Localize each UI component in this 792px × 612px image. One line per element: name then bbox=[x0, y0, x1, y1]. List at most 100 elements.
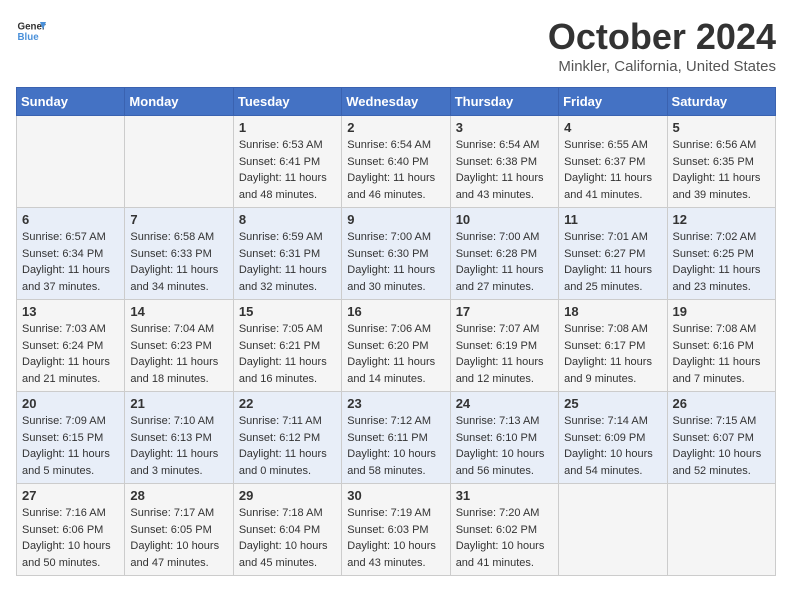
day-info: Sunrise: 6:55 AMSunset: 6:37 PMDaylight:… bbox=[564, 137, 661, 203]
day-number: 4 bbox=[564, 120, 661, 135]
calendar-cell: 25 Sunrise: 7:14 AMSunset: 6:09 PMDayligh… bbox=[559, 392, 667, 484]
title-block: October 2024 Minkler, California, United… bbox=[548, 16, 776, 75]
day-number: 26 bbox=[673, 396, 770, 411]
day-number: 6 bbox=[22, 212, 119, 227]
day-number: 16 bbox=[347, 304, 444, 319]
day-info: Sunrise: 6:53 AMSunset: 6:41 PMDaylight:… bbox=[239, 137, 336, 203]
calendar-cell: 16Sunrise: 7:06 AMSunset: 6:20 PMDayligh… bbox=[342, 300, 450, 392]
weekday-header-monday: Monday bbox=[125, 88, 233, 116]
calendar-cell: 4 Sunrise: 6:55 AMSunset: 6:37 PMDaylight… bbox=[559, 116, 667, 208]
day-info: Sunrise: 7:17 AMSunset: 6:05 PMDaylight:… bbox=[130, 505, 227, 571]
day-number: 11 bbox=[564, 212, 661, 227]
day-number: 30 bbox=[347, 488, 444, 503]
calendar-cell: 27Sunrise: 7:16 AMSunset: 6:06 PMDayligh… bbox=[17, 484, 125, 576]
calendar-cell: 3 Sunrise: 6:54 AMSunset: 6:38 PMDaylight… bbox=[450, 116, 558, 208]
calendar-cell: 1 Sunrise: 6:53 AMSunset: 6:41 PMDaylight… bbox=[233, 116, 341, 208]
calendar-cell bbox=[559, 484, 667, 576]
calendar-cell: 2 Sunrise: 6:54 AMSunset: 6:40 PMDaylight… bbox=[342, 116, 450, 208]
calendar-cell: 31 Sunrise: 7:20 AMSunset: 6:02 PMDayligh… bbox=[450, 484, 558, 576]
calendar-cell: 19 Sunrise: 7:08 AMSunset: 6:16 PMDayligh… bbox=[667, 300, 775, 392]
calendar-week-row: 20 Sunrise: 7:09 AMSunset: 6:15 PMDayligh… bbox=[17, 392, 776, 484]
day-info: Sunrise: 7:11 AMSunset: 6:12 PMDaylight:… bbox=[239, 413, 336, 479]
day-info: Sunrise: 7:18 AMSunset: 6:04 PMDaylight:… bbox=[239, 505, 336, 571]
calendar-week-row: 6Sunrise: 6:57 AMSunset: 6:34 PMDaylight… bbox=[17, 208, 776, 300]
day-info: Sunrise: 7:19 AMSunset: 6:03 PMDaylight:… bbox=[347, 505, 444, 571]
weekday-header-thursday: Thursday bbox=[450, 88, 558, 116]
logo-icon: General Blue bbox=[16, 16, 46, 46]
day-number: 19 bbox=[673, 304, 770, 319]
calendar-cell: 17Sunrise: 7:07 AMSunset: 6:19 PMDayligh… bbox=[450, 300, 558, 392]
day-info: Sunrise: 7:16 AMSunset: 6:06 PMDaylight:… bbox=[22, 505, 119, 571]
day-number: 8 bbox=[239, 212, 336, 227]
calendar-cell: 14 Sunrise: 7:04 AMSunset: 6:23 PMDayligh… bbox=[125, 300, 233, 392]
calendar-cell: 5 Sunrise: 6:56 AMSunset: 6:35 PMDaylight… bbox=[667, 116, 775, 208]
day-info: Sunrise: 7:00 AMSunset: 6:30 PMDaylight:… bbox=[347, 229, 444, 295]
weekday-header-sunday: Sunday bbox=[17, 88, 125, 116]
day-info: Sunrise: 7:08 AMSunset: 6:17 PMDaylight:… bbox=[564, 321, 661, 387]
day-info: Sunrise: 7:03 AMSunset: 6:24 PMDaylight:… bbox=[22, 321, 119, 387]
day-number: 3 bbox=[456, 120, 553, 135]
month-title: October 2024 bbox=[548, 16, 776, 58]
calendar-cell: 22 Sunrise: 7:11 AMSunset: 6:12 PMDayligh… bbox=[233, 392, 341, 484]
calendar-cell: 6Sunrise: 6:57 AMSunset: 6:34 PMDaylight… bbox=[17, 208, 125, 300]
day-number: 31 bbox=[456, 488, 553, 503]
day-number: 2 bbox=[347, 120, 444, 135]
day-number: 29 bbox=[239, 488, 336, 503]
calendar-cell: 10Sunrise: 7:00 AMSunset: 6:28 PMDayligh… bbox=[450, 208, 558, 300]
day-number: 21 bbox=[130, 396, 227, 411]
calendar-cell: 24Sunrise: 7:13 AMSunset: 6:10 PMDayligh… bbox=[450, 392, 558, 484]
weekday-header-friday: Friday bbox=[559, 88, 667, 116]
calendar-cell: 15 Sunrise: 7:05 AMSunset: 6:21 PMDayligh… bbox=[233, 300, 341, 392]
calendar-cell: 26 Sunrise: 7:15 AMSunset: 6:07 PMDayligh… bbox=[667, 392, 775, 484]
logo: General Blue bbox=[16, 16, 46, 46]
day-info: Sunrise: 7:09 AMSunset: 6:15 PMDaylight:… bbox=[22, 413, 119, 479]
calendar-cell: 7Sunrise: 6:58 AMSunset: 6:33 PMDaylight… bbox=[125, 208, 233, 300]
calendar-cell bbox=[17, 116, 125, 208]
calendar-cell bbox=[667, 484, 775, 576]
day-number: 10 bbox=[456, 212, 553, 227]
calendar-header-row: SundayMondayTuesdayWednesdayThursdayFrid… bbox=[17, 88, 776, 116]
calendar-cell bbox=[125, 116, 233, 208]
calendar-cell: 23Sunrise: 7:12 AMSunset: 6:11 PMDayligh… bbox=[342, 392, 450, 484]
calendar-cell: 11 Sunrise: 7:01 AMSunset: 6:27 PMDayligh… bbox=[559, 208, 667, 300]
day-number: 23 bbox=[347, 396, 444, 411]
svg-text:Blue: Blue bbox=[18, 32, 40, 43]
day-info: Sunrise: 7:14 AMSunset: 6:09 PMDaylight:… bbox=[564, 413, 661, 479]
calendar-cell: 18 Sunrise: 7:08 AMSunset: 6:17 PMDayligh… bbox=[559, 300, 667, 392]
day-info: Sunrise: 6:54 AMSunset: 6:40 PMDaylight:… bbox=[347, 137, 444, 203]
page-header: General Blue October 2024 Minkler, Calif… bbox=[16, 16, 776, 75]
calendar-cell: 12 Sunrise: 7:02 AMSunset: 6:25 PMDayligh… bbox=[667, 208, 775, 300]
location: Minkler, California, United States bbox=[548, 58, 776, 75]
calendar-week-row: 27Sunrise: 7:16 AMSunset: 6:06 PMDayligh… bbox=[17, 484, 776, 576]
day-number: 9 bbox=[347, 212, 444, 227]
calendar-week-row: 13Sunrise: 7:03 AMSunset: 6:24 PMDayligh… bbox=[17, 300, 776, 392]
day-number: 17 bbox=[456, 304, 553, 319]
weekday-header-wednesday: Wednesday bbox=[342, 88, 450, 116]
calendar-cell: 29 Sunrise: 7:18 AMSunset: 6:04 PMDayligh… bbox=[233, 484, 341, 576]
day-number: 12 bbox=[673, 212, 770, 227]
calendar-body: 1 Sunrise: 6:53 AMSunset: 6:41 PMDaylight… bbox=[17, 116, 776, 576]
day-number: 15 bbox=[239, 304, 336, 319]
day-info: Sunrise: 6:56 AMSunset: 6:35 PMDaylight:… bbox=[673, 137, 770, 203]
day-number: 22 bbox=[239, 396, 336, 411]
day-number: 14 bbox=[130, 304, 227, 319]
calendar-week-row: 1 Sunrise: 6:53 AMSunset: 6:41 PMDaylight… bbox=[17, 116, 776, 208]
weekday-header-saturday: Saturday bbox=[667, 88, 775, 116]
day-info: Sunrise: 7:15 AMSunset: 6:07 PMDaylight:… bbox=[673, 413, 770, 479]
day-info: Sunrise: 7:05 AMSunset: 6:21 PMDaylight:… bbox=[239, 321, 336, 387]
day-number: 1 bbox=[239, 120, 336, 135]
day-number: 18 bbox=[564, 304, 661, 319]
day-info: Sunrise: 7:04 AMSunset: 6:23 PMDaylight:… bbox=[130, 321, 227, 387]
day-info: Sunrise: 6:54 AMSunset: 6:38 PMDaylight:… bbox=[456, 137, 553, 203]
day-number: 20 bbox=[22, 396, 119, 411]
day-info: Sunrise: 6:58 AMSunset: 6:33 PMDaylight:… bbox=[130, 229, 227, 295]
calendar-table: SundayMondayTuesdayWednesdayThursdayFrid… bbox=[16, 87, 776, 576]
day-number: 25 bbox=[564, 396, 661, 411]
calendar-cell: 20 Sunrise: 7:09 AMSunset: 6:15 PMDayligh… bbox=[17, 392, 125, 484]
calendar-cell: 8Sunrise: 6:59 AMSunset: 6:31 PMDaylight… bbox=[233, 208, 341, 300]
day-number: 5 bbox=[673, 120, 770, 135]
day-info: Sunrise: 7:08 AMSunset: 6:16 PMDaylight:… bbox=[673, 321, 770, 387]
day-info: Sunrise: 7:01 AMSunset: 6:27 PMDaylight:… bbox=[564, 229, 661, 295]
day-info: Sunrise: 7:20 AMSunset: 6:02 PMDaylight:… bbox=[456, 505, 553, 571]
day-info: Sunrise: 7:02 AMSunset: 6:25 PMDaylight:… bbox=[673, 229, 770, 295]
